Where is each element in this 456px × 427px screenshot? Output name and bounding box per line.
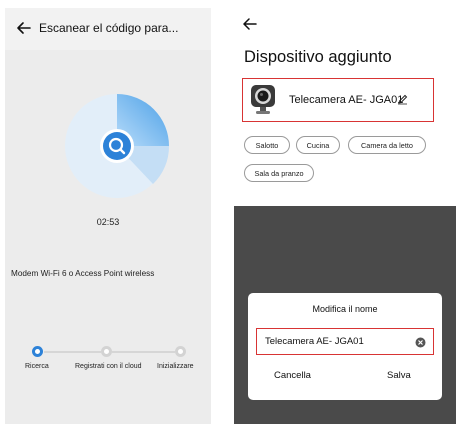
step-label-cloud: Registrati con il cloud — [75, 363, 142, 370]
input-value: Telecamera AE- JGA01 — [265, 336, 364, 347]
step-dot-icon — [178, 349, 183, 354]
step-init-indicator — [175, 346, 186, 357]
top-bar: Escanear el código para... — [5, 8, 211, 50]
step-dot-icon — [104, 349, 109, 354]
step-connector — [112, 351, 175, 353]
modal-overlay[interactable]: Modifica il nome Telecamera AE- JGA01 Ca… — [234, 206, 456, 424]
back-arrow-icon[interactable] — [242, 16, 258, 32]
device-card[interactable]: Telecamera AE- JGA01 — [242, 78, 434, 122]
page-title: Dispositivo aggiunto — [244, 48, 392, 66]
device-name: Telecamera AE- JGA01 — [289, 94, 404, 106]
network-note: Modem Wi-Fi 6 o Access Point wireless — [11, 269, 155, 278]
step-label-init: Inizializzare — [157, 363, 194, 370]
dialog-title: Modifica il nome — [312, 304, 378, 314]
step-cloud-indicator — [101, 346, 112, 357]
step-dot-icon — [35, 349, 40, 354]
back-arrow-icon[interactable] — [15, 19, 33, 37]
cancel-button[interactable]: Cancella — [274, 370, 311, 381]
room-chip-camera-da-letto[interactable]: Camera da letto — [348, 136, 426, 154]
camera-device-icon — [251, 85, 275, 114]
room-chip-sala-da-pranzo[interactable]: Sala da pranzo — [244, 164, 314, 182]
countdown-timer: 02:53 — [96, 217, 120, 227]
scanning-radar-icon — [65, 94, 170, 198]
device-name-input[interactable]: Telecamera AE- JGA01 — [256, 328, 434, 355]
page-title: Escanear el código para... — [39, 21, 179, 35]
step-search-indicator — [32, 346, 43, 357]
save-button[interactable]: Salva — [387, 370, 411, 381]
rename-dialog: Modifica il nome Telecamera AE- JGA01 Ca… — [248, 293, 442, 400]
step-label-search: Ricerca — [25, 363, 49, 370]
edit-pencil-icon[interactable] — [397, 94, 408, 105]
step-connector — [44, 351, 101, 353]
room-chip-cucina[interactable]: Cucina — [296, 136, 340, 154]
room-chip-salotto[interactable]: Salotto — [244, 136, 290, 154]
scan-screen: Escanear el código para... 02:53 Modem W… — [5, 8, 211, 424]
device-added-screen: Dispositivo aggiunto Telecamera AE- JGA0… — [234, 8, 456, 424]
clear-input-icon[interactable] — [415, 337, 426, 348]
